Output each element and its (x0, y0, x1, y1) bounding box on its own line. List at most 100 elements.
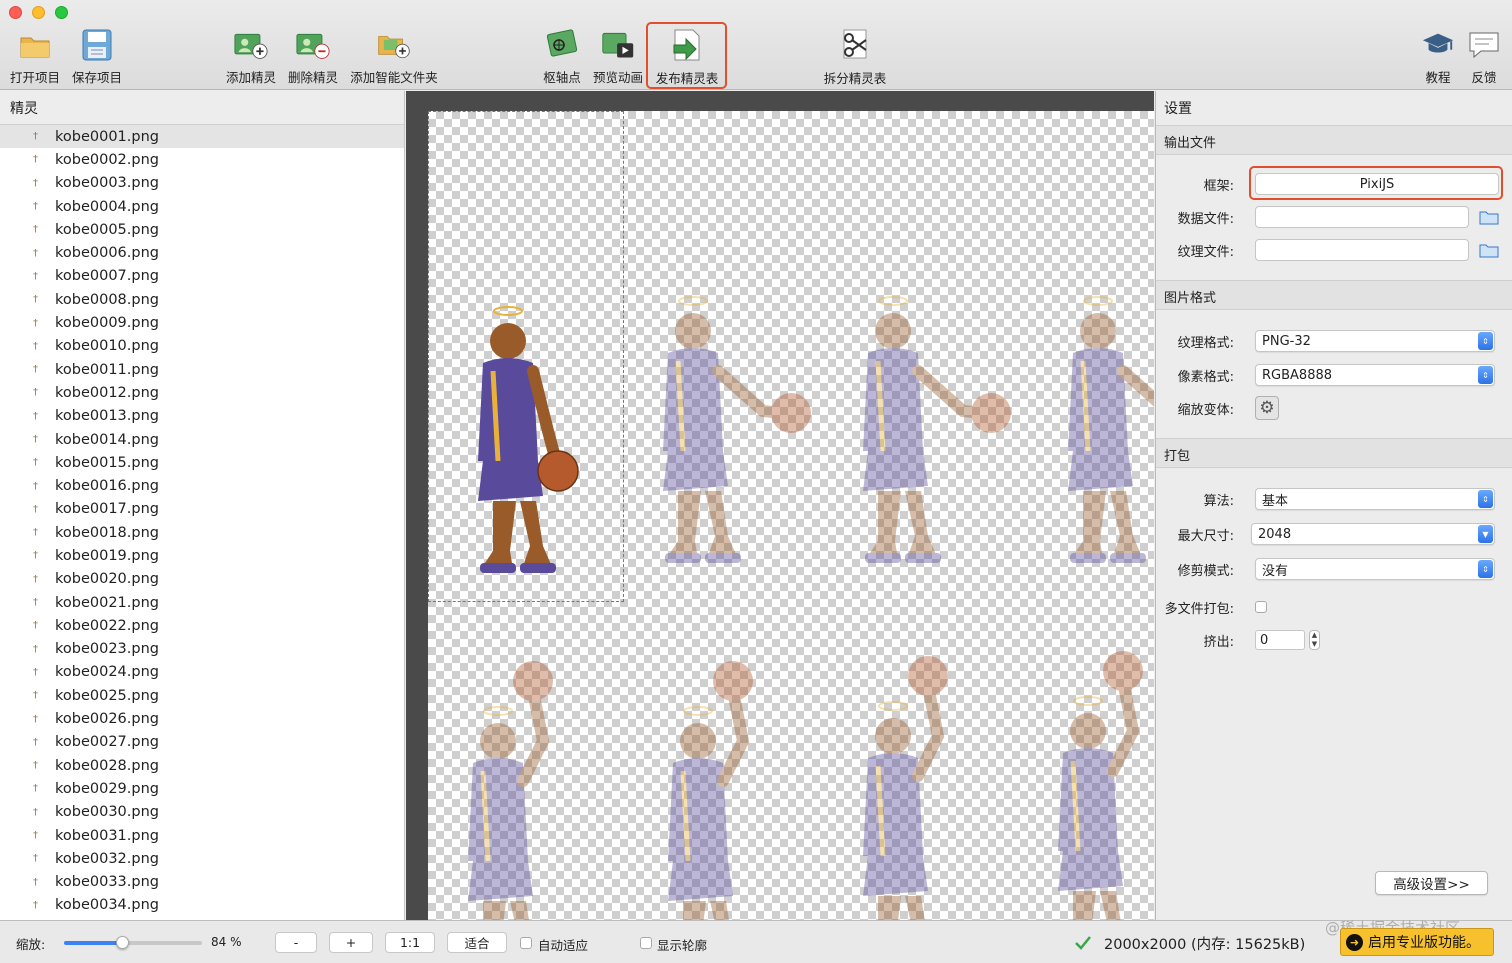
auto-fit-checkbox[interactable] (520, 937, 532, 949)
show-outline-label: 显示轮廓 (657, 938, 708, 953)
sprite-list-item[interactable]: † kobe0018.png (0, 521, 404, 544)
delete-sprite-button[interactable]: 删除精灵 (285, 28, 341, 86)
open-project-button[interactable]: 打开项目 (8, 28, 62, 86)
settings-panel: 设置 输出文件 框架: PixiJS 数据文件: 纹理文件: 图片格式 纹理格式… (1155, 91, 1512, 920)
settings-title: 设置 (1156, 91, 1512, 125)
pivot-point-button[interactable]: 枢轴点 (540, 28, 584, 86)
texture-format-select[interactable]: PNG-32 ⇕ (1255, 330, 1495, 352)
chevron-updown-icon: ⇕ (1478, 332, 1493, 350)
data-file-input[interactable] (1255, 206, 1469, 228)
sprite-list-item[interactable]: † kobe0013.png (0, 405, 404, 428)
sprite-list-item[interactable]: † kobe0005.png (0, 218, 404, 241)
sprite-list-item[interactable]: † kobe0028.png (0, 754, 404, 777)
sprite-list-item[interactable]: † kobe0007.png (0, 265, 404, 288)
add-smart-folder-label: 添加智能文件夹 (350, 70, 438, 85)
sprite-list-item[interactable]: † kobe0033.png (0, 871, 404, 894)
zoom-window-button[interactable] (55, 6, 68, 19)
sprite-list-item[interactable]: † kobe0025.png (0, 684, 404, 707)
sprite-list-item[interactable]: † kobe0008.png (0, 288, 404, 311)
sprite-list-item[interactable]: † kobe0030.png (0, 801, 404, 824)
tutorial-button[interactable]: 教程 (1416, 28, 1460, 86)
sprite-list-item[interactable]: † kobe0023.png (0, 638, 404, 661)
sprite-list-item[interactable]: † kobe0032.png (0, 847, 404, 870)
sprite-list-item[interactable]: † kobe0001.png (0, 125, 404, 149)
sprite-list-item[interactable]: † kobe0031.png (0, 824, 404, 847)
sprite-thumbnail-icon: † (33, 527, 38, 539)
pixel-format-label: 像素格式: (1177, 369, 1234, 385)
sprite-filename: kobe0011.png (55, 361, 159, 378)
sprite-thumbnail-icon: † (33, 294, 38, 306)
trim-mode-row: 修剪模式: 没有 ⇕ (1156, 557, 1495, 581)
sprite-list-item[interactable]: † kobe0016.png (0, 474, 404, 497)
sprite-filename: kobe0014.png (55, 431, 159, 448)
max-size-combobox[interactable]: 2048 ▼ (1251, 523, 1495, 545)
sprite-list-item[interactable]: † kobe0002.png (0, 148, 404, 171)
sprite-list-item[interactable]: † kobe0020.png (0, 568, 404, 591)
feedback-button[interactable]: 反馈 (1464, 28, 1504, 86)
sprite-list-item[interactable]: † kobe0034.png (0, 894, 404, 917)
texture-file-folder-icon[interactable] (1479, 242, 1499, 258)
sprite-list-item[interactable]: † kobe0029.png (0, 777, 404, 800)
multipack-label: 多文件打包: (1164, 601, 1234, 617)
sprite-frame (478, 306, 579, 573)
max-size-value: 2048 (1258, 526, 1292, 542)
close-window-button[interactable] (9, 6, 22, 19)
add-smart-folder-button[interactable]: 添加智能文件夹 (347, 28, 441, 86)
zoom-out-button[interactable]: - (275, 932, 317, 953)
sprite-list-item[interactable]: † kobe0004.png (0, 195, 404, 218)
sprite-list-item[interactable]: † kobe0010.png (0, 335, 404, 358)
sprite-list-item[interactable]: † kobe0021.png (0, 591, 404, 614)
scale-variants-row: 缩放变体: ⚙ (1156, 396, 1279, 420)
add-sprite-button[interactable]: 添加精灵 (223, 28, 279, 86)
save-project-button[interactable]: 保存项目 (70, 28, 124, 86)
sprite-list-item[interactable]: † kobe0015.png (0, 451, 404, 474)
sprite-list-item[interactable]: † kobe0019.png (0, 544, 404, 567)
extrude-stepper[interactable]: ▲ ▼ (1309, 630, 1320, 650)
auto-fit-label: 自动适应 (538, 938, 589, 953)
show-outline-checkbox[interactable] (640, 937, 652, 949)
zoom-slider-knob[interactable] (116, 936, 129, 949)
sprite-list-item[interactable]: † kobe0026.png (0, 707, 404, 730)
sprite-frame (663, 296, 811, 563)
sprite-list-item[interactable]: † kobe0014.png (0, 428, 404, 451)
preview-animation-button[interactable]: 预览动画 (590, 28, 646, 86)
framework-label: 框架: (1203, 178, 1234, 194)
minimize-window-button[interactable] (32, 6, 45, 19)
sprite-list-item[interactable]: † kobe0012.png (0, 381, 404, 404)
sprite-list-item[interactable]: † kobe0022.png (0, 614, 404, 637)
pixel-format-select[interactable]: RGBA8888 ⇕ (1255, 364, 1495, 386)
sprite-list-item[interactable]: † kobe0024.png (0, 661, 404, 684)
zoom-in-button[interactable]: + (329, 932, 373, 953)
sprite-list-item[interactable]: † kobe0003.png (0, 172, 404, 195)
sprite-list-item[interactable]: † kobe0009.png (0, 311, 404, 334)
sprite-thumbnail-icon: † (33, 573, 38, 585)
enable-pro-button[interactable]: ➜ 启用专业版功能。 (1340, 928, 1494, 956)
algorithm-select[interactable]: 基本 ⇕ (1255, 488, 1495, 510)
zoom-slider[interactable] (64, 936, 202, 949)
sprite-frame (863, 296, 1011, 563)
split-sprite-sheet-button[interactable]: 拆分精灵表 (820, 28, 890, 86)
sprite-thumbnail-icon: † (33, 131, 38, 143)
extrude-input[interactable]: 0 (1255, 630, 1305, 650)
actual-size-button[interactable]: 1:1 (385, 932, 435, 953)
sprite-list: † kobe0001.png † kobe0002.png † kobe0003.png †… (0, 125, 404, 917)
sprite-sheet-canvas[interactable] (406, 91, 1154, 920)
sprite-filename: kobe0033.png (55, 874, 159, 891)
data-file-folder-icon[interactable] (1479, 209, 1499, 225)
sprite-filename: kobe0006.png (55, 245, 159, 262)
scale-variants-button[interactable]: ⚙ (1255, 396, 1279, 420)
sprite-list-item[interactable]: † kobe0017.png (0, 498, 404, 521)
fit-button[interactable]: 适合 (447, 932, 507, 953)
add-sprite-icon (234, 28, 268, 61)
advanced-settings-button[interactable]: 高级设置>> (1375, 871, 1488, 895)
trim-mode-select[interactable]: 没有 ⇕ (1255, 558, 1495, 580)
texture-file-input[interactable] (1255, 239, 1469, 261)
data-file-row: 数据文件: (1156, 205, 1499, 229)
sprite-list-item[interactable]: † kobe0027.png (0, 731, 404, 754)
multipack-checkbox[interactable] (1255, 601, 1267, 613)
sprite-filename: kobe0018.png (55, 524, 159, 541)
sprite-frame (863, 656, 948, 920)
sprite-filename: kobe0008.png (55, 291, 159, 308)
sprite-list-item[interactable]: † kobe0006.png (0, 241, 404, 264)
sprite-list-item[interactable]: † kobe0011.png (0, 358, 404, 381)
